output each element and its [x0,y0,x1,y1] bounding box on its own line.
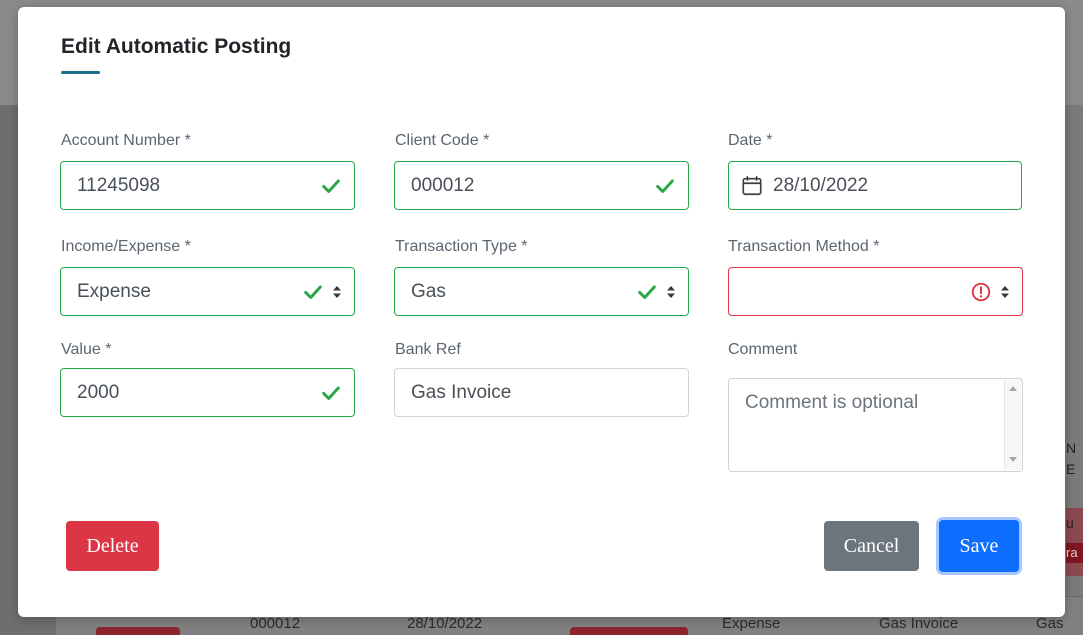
background-cell: Gas Invoice [879,615,959,632]
save-button[interactable]: Save [939,520,1019,572]
bank-ref-input[interactable]: Gas Invoice [394,368,689,417]
value-input[interactable]: 2000 [60,368,355,417]
check-icon [322,178,340,193]
background-side-text: u [1066,515,1074,531]
background-pill [570,627,688,635]
calendar-icon[interactable] [741,175,763,197]
background-cell: Gas [1036,615,1064,632]
check-icon [638,284,656,299]
background-cell: 000012 [250,615,301,632]
background-side-text: E [1066,461,1076,477]
bank-ref-label: Bank Ref [395,341,461,358]
bank-ref-value: Gas Invoice [411,381,512,403]
transaction-method-select[interactable] [728,267,1023,316]
date-input[interactable]: 28/10/2022 [728,161,1022,210]
transaction-method-label: Transaction Method * [728,238,880,255]
cancel-button[interactable]: Cancel [824,521,919,571]
value-label: Value * [61,341,112,358]
client-code-label: Client Code * [395,132,490,149]
delete-button[interactable]: Delete [66,521,159,571]
edit-posting-modal: Edit Automatic Posting Account Number * … [18,7,1065,617]
sort-icon [1001,285,1009,298]
title-underline [61,71,100,74]
account-number-label: Account Number * [61,132,191,149]
scroll-down-arrow-icon[interactable] [1009,457,1017,462]
transaction-type-label: Transaction Type * [395,238,528,255]
modal-title: Edit Automatic Posting [61,35,292,58]
sort-icon [333,285,341,298]
alert-icon [971,282,991,301]
scroll-up-arrow-icon[interactable] [1009,386,1017,391]
income-expense-label: Income/Expense * [61,238,191,255]
comment-label: Comment [728,341,798,358]
client-code-value: 000012 [411,174,475,196]
date-label: Date * [728,132,773,149]
background-side-text: N [1066,440,1077,456]
check-icon [322,385,340,400]
check-icon [656,178,674,193]
background-side-text: ra [1066,545,1078,560]
background-cell: 28/10/2022 [407,615,483,632]
date-value: 28/10/2022 [773,174,869,196]
sort-icon [667,285,675,298]
background-pill [96,627,180,635]
check-icon [304,284,322,299]
background-cell: Expense [722,615,781,632]
value-value: 2000 [77,381,120,403]
transaction-type-select[interactable]: Gas [394,267,689,316]
income-expense-select[interactable]: Expense [60,267,355,316]
account-number-input[interactable]: 11245098 [60,161,355,210]
account-number-value: 11245098 [77,174,161,196]
comment-scrollbar[interactable] [1004,380,1021,470]
comment-textarea[interactable]: Comment is optional [728,378,1023,472]
client-code-input[interactable]: 000012 [394,161,689,210]
comment-placeholder: Comment is optional [745,392,919,413]
